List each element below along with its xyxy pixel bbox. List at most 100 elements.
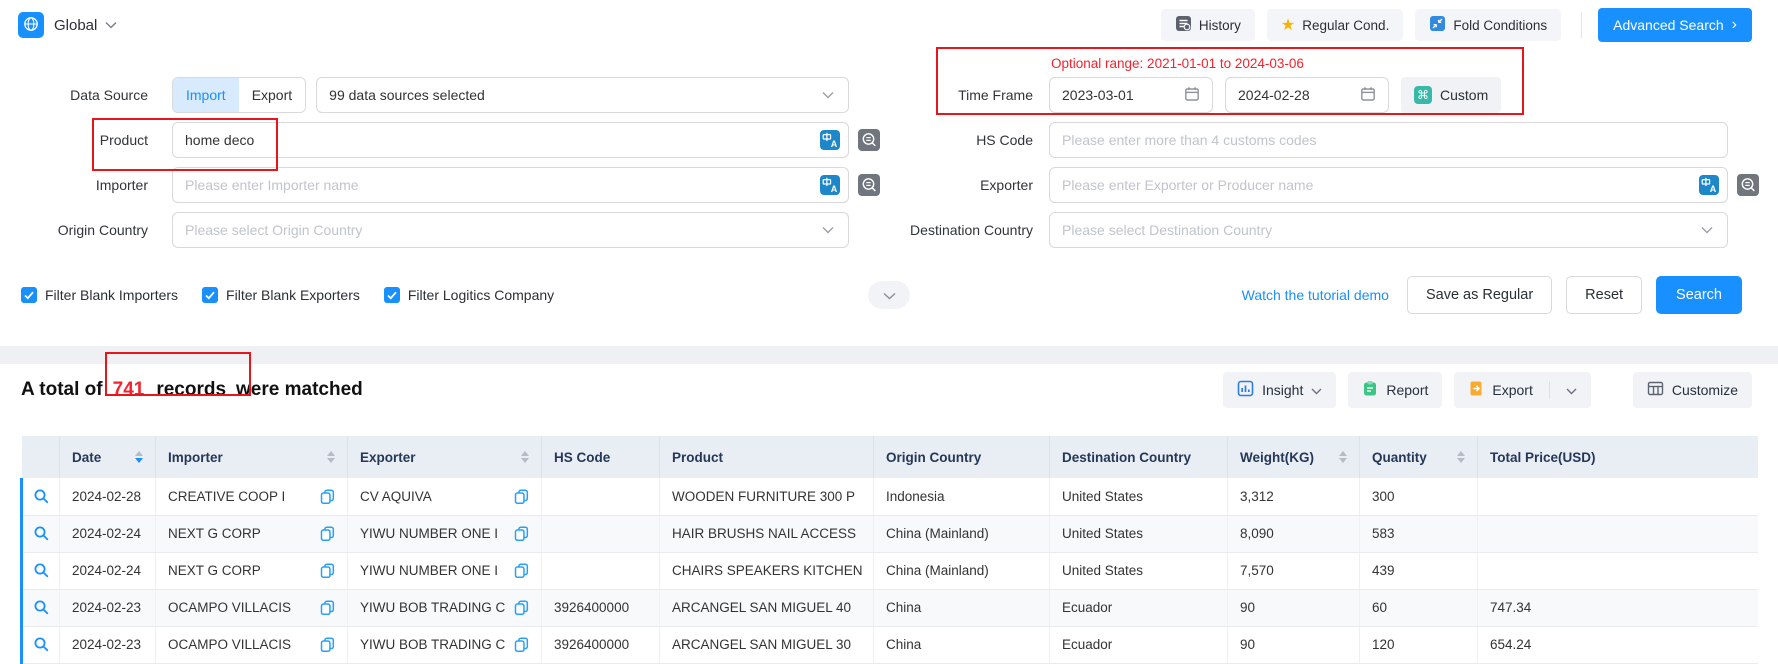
- filter-blank-exporters-checkbox[interactable]: Filter Blank Exporters: [202, 287, 360, 303]
- cell-destination: Ecuador: [1050, 589, 1228, 626]
- copy-icon[interactable]: [514, 489, 529, 504]
- start-date-input[interactable]: 2023-03-01: [1049, 77, 1213, 113]
- copy-icon[interactable]: [320, 600, 335, 615]
- tutorial-demo-link[interactable]: Watch the tutorial demo: [1242, 287, 1389, 303]
- export-button[interactable]: Export: [1454, 372, 1590, 408]
- calendar-icon: [1184, 86, 1200, 105]
- chevron-down-icon: [1701, 226, 1713, 234]
- filter-blank-importers-checkbox[interactable]: Filter Blank Importers: [21, 287, 178, 303]
- regular-cond-button[interactable]: ★ Regular Cond.: [1267, 9, 1403, 41]
- cell-weight: 90: [1228, 589, 1360, 626]
- origin-country-select[interactable]: Please select Origin Country: [172, 212, 849, 248]
- cell-product: ARCANGEL SAN MIGUEL 40: [660, 589, 874, 626]
- cell-exporter: YIWU BOB TRADING C: [348, 589, 542, 626]
- sort-icon[interactable]: [135, 451, 143, 463]
- destination-country-label: Destination Country: [889, 222, 1049, 238]
- copy-icon[interactable]: [514, 600, 529, 615]
- col-quantity[interactable]: Quantity: [1360, 436, 1478, 478]
- chevron-down-icon: [1311, 382, 1322, 398]
- cell-date: 2024-02-28: [60, 478, 156, 515]
- search-icon[interactable]: [33, 525, 50, 542]
- exporter-input[interactable]: [1062, 177, 1691, 193]
- sort-icon[interactable]: [521, 451, 529, 463]
- sort-icon[interactable]: [1339, 451, 1347, 463]
- cell-quantity: 300: [1360, 478, 1478, 515]
- copy-icon[interactable]: [320, 563, 335, 578]
- chevron-down-icon[interactable]: [105, 21, 117, 29]
- search-icon[interactable]: [33, 562, 50, 579]
- table-row[interactable]: 2024-02-24 NEXT G CORP YIWU NUMBER ONE I…: [22, 552, 1759, 589]
- exact-match-icon[interactable]: [858, 174, 880, 196]
- fold-icon: [1429, 15, 1446, 35]
- copy-icon[interactable]: [320, 526, 335, 541]
- advanced-search-button[interactable]: Advanced Search ›: [1598, 8, 1752, 42]
- sort-icon[interactable]: [327, 451, 335, 463]
- destination-country-select[interactable]: Please select Destination Country: [1049, 212, 1728, 248]
- product-input[interactable]: [185, 132, 812, 148]
- col-date[interactable]: Date: [60, 436, 156, 478]
- copy-icon[interactable]: [320, 489, 335, 504]
- market-selector-label[interactable]: Global: [54, 17, 97, 34]
- insight-button[interactable]: Insight: [1223, 372, 1336, 408]
- exporter-field-box: A: [1049, 167, 1728, 203]
- results-count: 741: [113, 379, 145, 400]
- table-row[interactable]: 2024-02-28 CREATIVE COOP I CV AQUIVA WOO…: [22, 478, 1759, 515]
- cell-origin: China: [874, 626, 1050, 663]
- col-importer[interactable]: Importer: [156, 436, 348, 478]
- top-bar: Global History ★ Regular Cond. Fold Cond…: [0, 0, 1778, 50]
- copy-icon[interactable]: [514, 526, 529, 541]
- table-row[interactable]: 2024-02-23 OCAMPO VILLACIS YIWU BOB TRAD…: [22, 626, 1759, 663]
- hs-code-input[interactable]: [1062, 132, 1715, 148]
- search-icon[interactable]: [33, 488, 50, 505]
- translate-icon[interactable]: A: [820, 175, 840, 195]
- filter-logitics-company-checkbox[interactable]: Filter Logitics Company: [384, 287, 554, 303]
- customize-icon: [1647, 381, 1664, 399]
- copy-icon[interactable]: [514, 563, 529, 578]
- history-button[interactable]: History: [1161, 9, 1255, 41]
- sort-icon[interactable]: [1457, 451, 1465, 463]
- report-button[interactable]: Report: [1348, 372, 1442, 408]
- col-exporter[interactable]: Exporter: [348, 436, 542, 478]
- search-icon[interactable]: [33, 599, 50, 616]
- filters-row: Filter Blank Importers Filter Blank Expo…: [0, 277, 1778, 313]
- search-icon[interactable]: [33, 636, 50, 653]
- save-as-regular-button[interactable]: Save as Regular: [1407, 276, 1552, 314]
- cell-importer: OCAMPO VILLACIS: [156, 589, 348, 626]
- reset-button[interactable]: Reset: [1566, 276, 1642, 314]
- table-row[interactable]: 2024-02-23 OCAMPO VILLACIS YIWU BOB TRAD…: [22, 589, 1759, 626]
- cell-weight: 8,090: [1228, 515, 1360, 552]
- col-weight[interactable]: Weight(KG): [1228, 436, 1360, 478]
- translate-icon[interactable]: A: [820, 130, 840, 150]
- exact-match-icon[interactable]: [858, 129, 880, 151]
- product-label: Product: [0, 132, 172, 148]
- chevron-down-icon[interactable]: [1566, 382, 1577, 398]
- cell-destination: United States: [1050, 515, 1228, 552]
- translate-icon[interactable]: A: [1699, 175, 1719, 195]
- collapse-conditions-button[interactable]: [868, 281, 910, 309]
- exact-match-icon[interactable]: [1737, 174, 1759, 196]
- hs-code-field-box: [1049, 122, 1728, 158]
- cell-date: 2024-02-24: [60, 552, 156, 589]
- checkbox-checked-icon: [21, 287, 37, 303]
- fold-conditions-button[interactable]: Fold Conditions: [1415, 9, 1561, 41]
- table-row[interactable]: 2024-02-24 NEXT G CORP YIWU NUMBER ONE I…: [22, 515, 1759, 552]
- end-date-input[interactable]: 2024-02-28: [1225, 77, 1389, 113]
- data-sources-select[interactable]: 99 data sources selected: [316, 77, 849, 113]
- cell-exporter: YIWU BOB TRADING C: [348, 626, 542, 663]
- data-sources-value: 99 data sources selected: [329, 87, 485, 103]
- cell-exporter: CV AQUIVA: [348, 478, 542, 515]
- cell-weight: 3,312: [1228, 478, 1360, 515]
- data-source-label: Data Source: [0, 87, 172, 103]
- export-tab[interactable]: Export: [239, 78, 305, 112]
- fold-conditions-label: Fold Conditions: [1453, 18, 1547, 33]
- cell-hs-code: 3926400000: [542, 589, 660, 626]
- custom-range-button[interactable]: ⌘ Custom: [1401, 77, 1501, 113]
- data-source-toggle: Import Export: [172, 77, 306, 113]
- search-button[interactable]: Search: [1656, 276, 1742, 314]
- customize-button[interactable]: Customize: [1633, 372, 1752, 408]
- importer-input[interactable]: [185, 177, 812, 193]
- results-table: Date Importer Exporter HS Code Product O…: [20, 436, 1758, 664]
- import-tab[interactable]: Import: [173, 78, 239, 112]
- cell-importer: NEXT G CORP: [156, 515, 348, 552]
- cell-origin: Indonesia: [874, 478, 1050, 515]
